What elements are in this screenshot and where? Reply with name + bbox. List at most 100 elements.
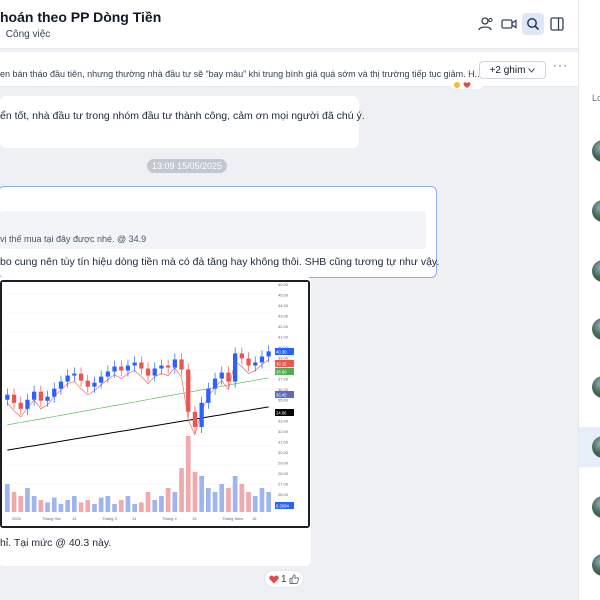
candle-body: [5, 394, 10, 400]
avatar[interactable]: [592, 318, 600, 340]
price-axis-label: 32.00: [278, 429, 289, 434]
candle-body: [152, 368, 157, 376]
candle-body: [139, 362, 144, 369]
conversation-subtitle[interactable]: Công việc: [3, 29, 50, 40]
quoted-message[interactable]: vị thế mua tại đây được nhé. @ 34.9: [0, 211, 426, 249]
pinned-more-button[interactable]: ···: [553, 58, 568, 72]
volume-bar: [65, 500, 70, 512]
quoted-message-text: vị thế mua tại đây được nhé. @ 34.9: [0, 234, 147, 244]
candle-body: [11, 394, 17, 403]
volume-bar: [78, 502, 84, 512]
price-axis-label: 45.00: [278, 293, 289, 298]
volume-bar: [11, 492, 17, 512]
candle-body: [125, 365, 131, 371]
volume-bar: [185, 436, 191, 512]
pinned-message-text[interactable]: en bán tháo đầu tiên, nhưng thường nhà đ…: [0, 69, 482, 79]
price-axis-label: 39.00: [278, 356, 289, 361]
candle-body: [105, 371, 110, 377]
price-axis-label: 37.00: [278, 377, 289, 382]
price-axis-label: 29.00: [278, 461, 289, 466]
time-axis-label: 15: [192, 516, 197, 521]
volume-bar: [179, 468, 184, 512]
time-axis-label: Tháng 4: [162, 516, 177, 521]
reaction-count: 1: [281, 573, 287, 585]
candle-body: [145, 368, 151, 376]
conversation-tag-label: Công việc: [5, 29, 51, 40]
time-axis-label: 14: [72, 516, 77, 521]
price-tag-label: 38.80: [276, 370, 287, 375]
volume-bar: [199, 476, 204, 512]
candle-body: [112, 366, 117, 372]
price-axis-label: 44.00: [278, 303, 289, 308]
volume-bar: [226, 488, 231, 512]
candle-body: [179, 359, 184, 370]
more-pins-label: +2 ghim: [489, 64, 526, 76]
candle-body: [92, 382, 97, 387]
time-axis-label: 14: [132, 516, 137, 521]
message-text: hỉ. Tại mức @ 40.3 này.: [0, 537, 112, 549]
avatar[interactable]: [592, 554, 600, 576]
volume-bar: [98, 497, 104, 512]
volume-bar: [118, 500, 124, 512]
more-pins-button[interactable]: +2 ghim: [479, 61, 546, 79]
price-tag-label: 34.86: [276, 411, 287, 416]
search-icon[interactable]: [522, 13, 544, 35]
time-divider: 13:09 15/05/2025: [147, 159, 228, 173]
price-axis-label: 41.00: [278, 335, 289, 340]
avatar[interactable]: [592, 376, 600, 398]
price-axis-label: 40.00: [278, 282, 289, 287]
price-tag-label: 0.3094: [276, 504, 289, 509]
avatar[interactable]: [592, 260, 600, 282]
price-axis-label: 27.00: [278, 482, 289, 487]
candle-body: [58, 381, 64, 389]
candle-body: [72, 373, 77, 376]
candle-body: [259, 356, 265, 363]
time-axis-label: Tháng Năm: [222, 516, 244, 521]
candle-body: [132, 362, 137, 366]
volume-bar: [219, 484, 225, 512]
candle-body: [172, 359, 177, 368]
candle-body: [159, 365, 164, 369]
price-axis-label: 30.00: [278, 450, 289, 455]
message-bubble[interactable]: ển tốt, nhà đầu tư trong nhóm đầu tư thà…: [0, 96, 365, 148]
candle-body: [32, 391, 37, 400]
video-call-icon[interactable]: [498, 13, 520, 35]
candle-body: [45, 396, 50, 401]
volume-bar: [172, 492, 178, 512]
time-axis-label: 2025: [12, 516, 22, 521]
candle-body: [219, 372, 224, 379]
volume-bar: [132, 504, 137, 512]
conversation-title[interactable]: hoán theo PP Dòng Tiền: [0, 9, 161, 25]
candle-body: [52, 388, 57, 397]
conversation-header: hoán theo PP Dòng Tiền Công việc: [0, 0, 578, 49]
reaction-summary-top[interactable]: [449, 79, 485, 89]
volume-bar: [206, 488, 211, 512]
volume-bar: [232, 476, 238, 512]
toggle-sidebar-icon[interactable]: [546, 13, 568, 35]
volume-bar: [45, 502, 50, 512]
like-icon[interactable]: [289, 574, 299, 584]
time-axis-label: 16: [252, 516, 257, 521]
volume-bar: [239, 484, 245, 512]
candle-body: [186, 369, 191, 412]
volume-bar: [125, 496, 131, 512]
avatar[interactable]: [592, 496, 600, 518]
volume-bar: [112, 504, 117, 512]
volume-bar: [25, 488, 30, 512]
candle-body: [246, 358, 251, 366]
candle-body: [199, 402, 204, 427]
chart-image[interactable]: 40.00 45.00 44.00 43.00 42.00 41.00 40.00 39.00…: [0, 280, 310, 528]
price-axis-label: 31.00: [278, 440, 289, 445]
stock-chart: 40.0045.0044.0043.0042.0041.0040.0039.00…: [2, 282, 308, 526]
volume-bar: [152, 500, 158, 512]
avatar[interactable]: [592, 200, 600, 222]
volume-bar: [38, 500, 44, 512]
avatar[interactable]: [592, 140, 600, 162]
reaction-bar[interactable]: 1: [264, 570, 304, 588]
volume-bar: [105, 496, 111, 512]
price-tag-label: 40.30: [276, 350, 287, 355]
candle-body: [99, 376, 104, 383]
add-member-icon[interactable]: [474, 13, 496, 35]
heart-icon[interactable]: [269, 574, 279, 584]
chevron-down-icon: [528, 67, 536, 73]
